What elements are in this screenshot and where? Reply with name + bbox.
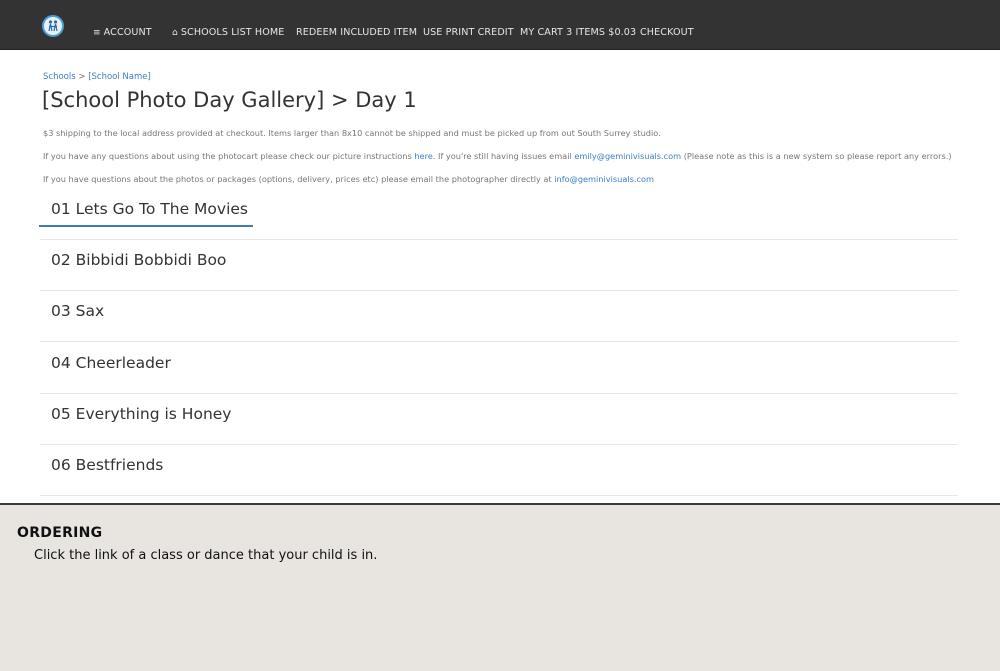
nav-checkout[interactable]: CHECKOUT bbox=[640, 27, 694, 38]
class-list-item[interactable]: 05 Everything is Honey bbox=[40, 394, 958, 445]
nav-redeem-label: REDEEM INCLUDED ITEM bbox=[296, 27, 418, 38]
breadcrumb-separator: > bbox=[78, 72, 86, 82]
nav-account-label: ACCOUNT bbox=[103, 27, 152, 38]
active-tab-underline bbox=[39, 225, 253, 227]
home-icon: ⌂ bbox=[172, 27, 178, 38]
class-label: 01 Lets Go To The Movies bbox=[51, 200, 248, 218]
nav-my-cart[interactable]: MY CART 3 ITEMS $0.03 bbox=[520, 27, 636, 38]
shipping-info: $3 shipping to the local address provide… bbox=[43, 128, 661, 138]
support-email-link[interactable]: emily@geminivisuals.com bbox=[574, 151, 681, 161]
nav-redeem-included-item[interactable]: REDEEM INCLUDED ITEM bbox=[296, 27, 417, 38]
nav-account[interactable]: ≡ ACCOUNT bbox=[93, 27, 152, 38]
ordering-instruction-text: Click the link of a class or dance that … bbox=[34, 548, 378, 563]
breadcrumb: Schools > [School Name] bbox=[43, 72, 151, 82]
help-prefix: If you have any questions about using th… bbox=[43, 151, 415, 161]
class-list-item[interactable]: 04 Cheerleader bbox=[40, 343, 958, 394]
photocart-help-info: If you have any questions about using th… bbox=[43, 151, 952, 161]
class-list-item[interactable]: 06 Bestfriends bbox=[40, 445, 958, 496]
help-suffix: (Please note as this is a new system so … bbox=[681, 151, 952, 161]
page-title: [School Photo Day Gallery] > Day 1 bbox=[42, 88, 417, 112]
help-middle: If you're still having issues email bbox=[435, 151, 575, 161]
menu-icon: ≡ bbox=[93, 27, 101, 38]
class-label: 06 Bestfriends bbox=[51, 456, 164, 474]
photographer-email-link[interactable]: info@geminivisuals.com bbox=[554, 174, 654, 184]
nav-print-credit-label: USE PRINT CREDIT bbox=[423, 27, 514, 38]
photographer-contact-info: If you have questions about the photos o… bbox=[43, 174, 654, 184]
gemini-logo-icon[interactable] bbox=[42, 15, 64, 37]
class-label: 03 Sax bbox=[51, 302, 105, 320]
class-list-item[interactable]: 03 Sax bbox=[40, 291, 958, 342]
ordering-instructions-panel: ORDERING Click the link of a class or da… bbox=[0, 505, 1000, 671]
top-navbar: ≡ ACCOUNT ⌂ SCHOOLS LIST HOME REDEEM INC… bbox=[0, 0, 1000, 50]
nav-schools-list-home-label: SCHOOLS LIST HOME bbox=[180, 27, 285, 38]
class-label: 02 Bibbidi Bobbidi Boo bbox=[51, 251, 227, 269]
nav-use-print-credit[interactable]: USE PRINT CREDIT bbox=[423, 27, 514, 38]
main-content: Schools > [School Name] [School Photo Da… bbox=[0, 51, 1000, 503]
nav-checkout-label: CHECKOUT bbox=[640, 27, 694, 38]
breadcrumb-school-name-link[interactable]: [School Name] bbox=[88, 72, 151, 82]
class-list-item[interactable]: 02 Bibbidi Bobbidi Boo bbox=[40, 240, 958, 291]
nav-schools-list-home[interactable]: ⌂ SCHOOLS LIST HOME bbox=[172, 27, 284, 38]
class-label: 05 Everything is Honey bbox=[51, 405, 232, 423]
class-label: 04 Cheerleader bbox=[51, 354, 171, 372]
class-list-item[interactable]: 01 Lets Go To The Movies bbox=[39, 189, 958, 240]
nav-my-cart-label: MY CART 3 ITEMS $0.03 bbox=[520, 27, 637, 38]
breadcrumb-schools-link[interactable]: Schools bbox=[43, 72, 76, 82]
ordering-heading: ORDERING bbox=[17, 525, 103, 541]
instructions-here-link[interactable]: here. bbox=[414, 151, 435, 161]
photographer-prefix: If you have questions about the photos o… bbox=[43, 174, 555, 184]
